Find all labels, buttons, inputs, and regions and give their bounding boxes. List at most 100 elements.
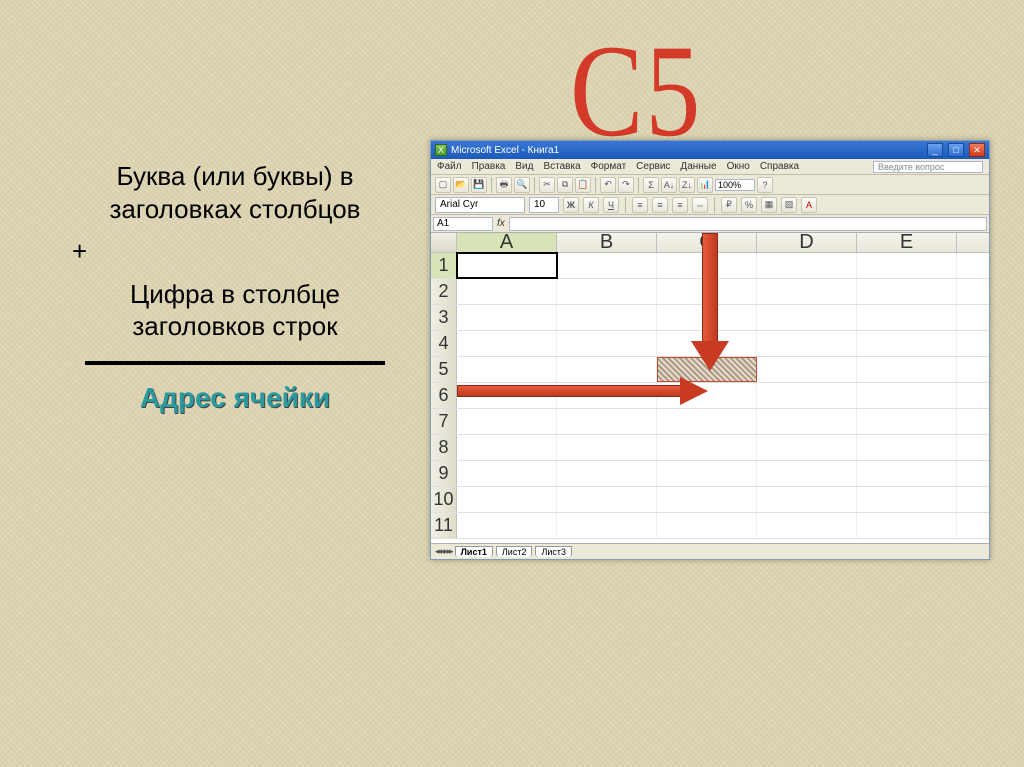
cell[interactable]: [457, 435, 557, 460]
cell[interactable]: [457, 461, 557, 486]
row-header-9[interactable]: 9: [431, 461, 457, 486]
cell[interactable]: [457, 409, 557, 434]
cell[interactable]: [657, 513, 757, 538]
sort-asc-icon[interactable]: A↓: [661, 177, 677, 193]
tab-sheet1[interactable]: Лист1: [455, 546, 493, 557]
cell[interactable]: [557, 513, 657, 538]
menu-data[interactable]: Данные: [680, 161, 716, 172]
cell[interactable]: [857, 513, 957, 538]
cell[interactable]: [757, 279, 857, 304]
cell[interactable]: [557, 435, 657, 460]
chart-icon[interactable]: 📊: [697, 177, 713, 193]
open-icon[interactable]: 📂: [453, 177, 469, 193]
cell[interactable]: [857, 357, 957, 382]
col-header-b[interactable]: B: [557, 233, 657, 252]
copy-icon[interactable]: ⧉: [557, 177, 573, 193]
fill-color-icon[interactable]: ▨: [781, 197, 797, 213]
menu-tools[interactable]: Сервис: [636, 161, 670, 172]
cell[interactable]: [457, 487, 557, 512]
menu-help[interactable]: Справка: [760, 161, 799, 172]
cell[interactable]: [657, 461, 757, 486]
print-icon[interactable]: 🖶: [496, 177, 512, 193]
cell[interactable]: [657, 409, 757, 434]
minimize-button[interactable]: _: [927, 143, 943, 157]
cell[interactable]: [557, 461, 657, 486]
cell[interactable]: [657, 487, 757, 512]
sum-icon[interactable]: Σ: [643, 177, 659, 193]
col-header-e[interactable]: E: [857, 233, 957, 252]
cell[interactable]: [457, 357, 557, 382]
cell[interactable]: [857, 487, 957, 512]
close-button[interactable]: ✕: [969, 143, 985, 157]
tab-sheet3[interactable]: Лист3: [535, 546, 572, 557]
menu-file[interactable]: Файл: [437, 161, 462, 172]
row-header-3[interactable]: 3: [431, 305, 457, 330]
row-header-1[interactable]: 1: [431, 253, 457, 278]
menu-insert[interactable]: Вставка: [543, 161, 580, 172]
menu-edit[interactable]: Правка: [472, 161, 506, 172]
menu-format[interactable]: Формат: [591, 161, 627, 172]
borders-icon[interactable]: ▦: [761, 197, 777, 213]
cell[interactable]: [857, 461, 957, 486]
underline-icon[interactable]: Ч: [603, 197, 619, 213]
undo-icon[interactable]: ↶: [600, 177, 616, 193]
cell-a1[interactable]: [457, 253, 557, 278]
help-search-box[interactable]: Введите вопрос: [873, 161, 983, 173]
fx-icon[interactable]: fx: [497, 218, 505, 229]
menu-window[interactable]: Окно: [727, 161, 750, 172]
row-header-6[interactable]: 6: [431, 383, 457, 408]
cell[interactable]: [557, 383, 657, 408]
col-header-d[interactable]: D: [757, 233, 857, 252]
cell[interactable]: [857, 305, 957, 330]
zoom-box[interactable]: 100%: [715, 179, 755, 191]
cell[interactable]: [757, 253, 857, 278]
help-icon[interactable]: ?: [757, 177, 773, 193]
cell[interactable]: [657, 383, 757, 408]
select-all-corner[interactable]: [431, 233, 457, 252]
row-header-11[interactable]: 11: [431, 513, 457, 538]
row-header-8[interactable]: 8: [431, 435, 457, 460]
row-header-2[interactable]: 2: [431, 279, 457, 304]
cell[interactable]: [857, 253, 957, 278]
row-header-7[interactable]: 7: [431, 409, 457, 434]
tab-nav-buttons[interactable]: ◂◂ ◂ ▸ ▸▸: [435, 546, 452, 557]
paste-icon[interactable]: 📋: [575, 177, 591, 193]
new-icon[interactable]: ▢: [435, 177, 451, 193]
font-name-box[interactable]: Arial Cyr: [435, 197, 525, 213]
cell[interactable]: [457, 513, 557, 538]
cell[interactable]: [457, 331, 557, 356]
row-header-5[interactable]: 5: [431, 357, 457, 382]
cell[interactable]: [557, 357, 657, 382]
name-box[interactable]: A1: [433, 217, 493, 231]
cell[interactable]: [857, 279, 957, 304]
row-header-4[interactable]: 4: [431, 331, 457, 356]
row-header-10[interactable]: 10: [431, 487, 457, 512]
font-size-box[interactable]: 10: [529, 197, 559, 213]
cell[interactable]: [557, 279, 657, 304]
align-right-icon[interactable]: ≡: [672, 197, 688, 213]
preview-icon[interactable]: 🔍: [514, 177, 530, 193]
redo-icon[interactable]: ↷: [618, 177, 634, 193]
cell[interactable]: [757, 357, 857, 382]
cell[interactable]: [657, 279, 757, 304]
currency-icon[interactable]: ₽: [721, 197, 737, 213]
cell[interactable]: [757, 409, 857, 434]
cell[interactable]: [657, 305, 757, 330]
cell[interactable]: [757, 331, 857, 356]
cell[interactable]: [557, 409, 657, 434]
cell[interactable]: [857, 383, 957, 408]
menu-view[interactable]: Вид: [515, 161, 533, 172]
cell[interactable]: [757, 435, 857, 460]
cell[interactable]: [857, 435, 957, 460]
formula-input[interactable]: [509, 217, 987, 231]
cell[interactable]: [857, 331, 957, 356]
cut-icon[interactable]: ✂: [539, 177, 555, 193]
cell[interactable]: [457, 383, 557, 408]
col-header-c[interactable]: C: [657, 233, 757, 252]
cell[interactable]: [757, 461, 857, 486]
bold-icon[interactable]: Ж: [563, 197, 579, 213]
cell[interactable]: [657, 253, 757, 278]
cell[interactable]: [757, 487, 857, 512]
percent-icon[interactable]: %: [741, 197, 757, 213]
cell[interactable]: [657, 435, 757, 460]
